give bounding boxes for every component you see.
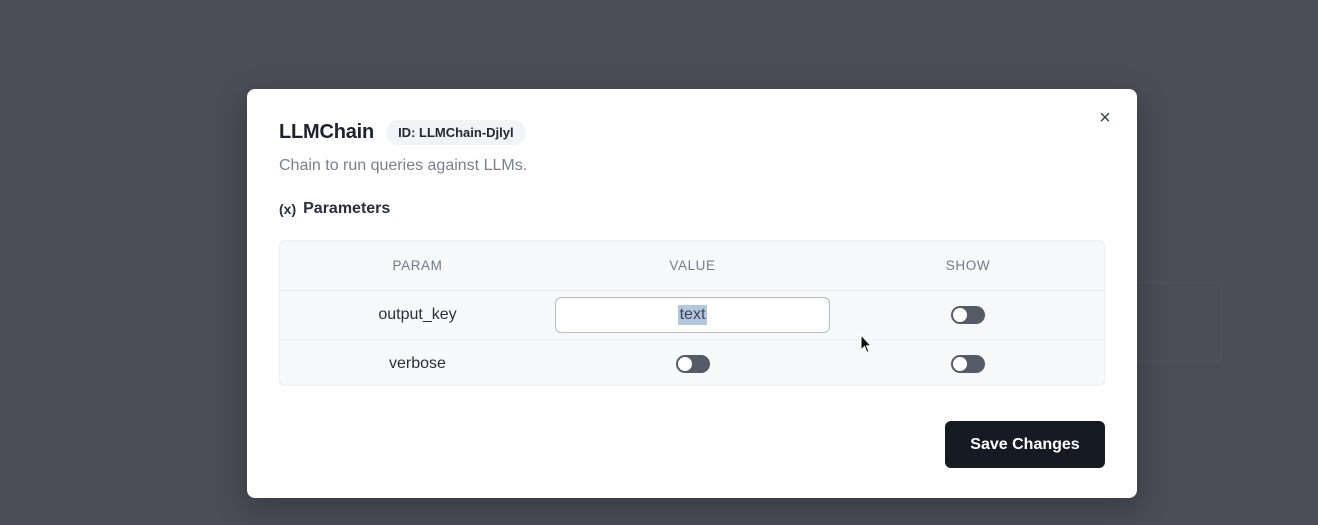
parameters-table: PARAM VALUE SHOW output_key text verbose <box>279 240 1105 386</box>
parameters-section-header: (x) Parameters <box>279 200 390 218</box>
output-key-value: text <box>677 305 708 325</box>
show-toggle-verbose[interactable] <box>951 354 985 373</box>
table-row: output_key text <box>280 291 1104 339</box>
show-toggle-output-key[interactable] <box>951 306 985 324</box>
column-header-param: PARAM <box>392 258 443 273</box>
param-name: verbose <box>389 354 446 372</box>
table-header: PARAM VALUE SHOW <box>280 241 1104 291</box>
parameters-title: Parameters <box>303 200 391 217</box>
modal-header: LLMChain ID: LLMChain-Djlyl <box>279 120 526 145</box>
edit-node-modal: × LLMChain ID: LLMChain-Djlyl Chain to r… <box>247 89 1137 498</box>
modal-title: LLMChain <box>279 121 375 143</box>
modal-description: Chain to run queries against LLMs. <box>279 157 528 174</box>
save-changes-button[interactable]: Save Changes <box>945 421 1105 468</box>
column-header-show: SHOW <box>945 258 991 273</box>
verbose-value-toggle[interactable] <box>675 354 710 373</box>
table-row: verbose <box>280 339 1104 387</box>
background-text <box>404 18 408 34</box>
background-text <box>404 46 408 62</box>
column-header-value: VALUE <box>669 258 716 273</box>
variable-icon: (x) <box>279 201 297 217</box>
close-icon[interactable]: × <box>1095 108 1115 128</box>
mouse-pointer-icon <box>860 334 872 354</box>
node-id-badge: ID: LLMChain-Djlyl <box>386 120 526 145</box>
output-key-input[interactable]: text <box>555 297 830 333</box>
param-name: output_key <box>378 306 457 323</box>
